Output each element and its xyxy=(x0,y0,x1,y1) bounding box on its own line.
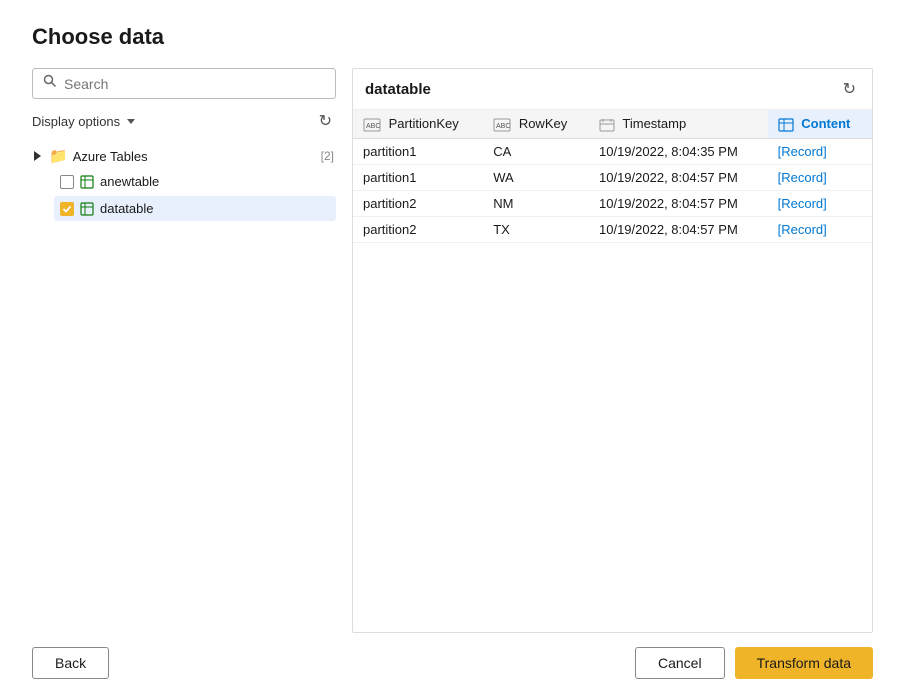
svg-text:ABC: ABC xyxy=(496,123,510,130)
cell-partition-key: partition1 xyxy=(353,164,483,190)
tree-item-datatable[interactable]: datatable xyxy=(54,196,336,221)
data-table-body: partition1 CA 10/19/2022, 8:04:35 PM [Re… xyxy=(353,138,872,242)
tree-folder-azure-tables[interactable]: 📁 Azure Tables [2] xyxy=(32,143,336,169)
back-button[interactable]: Back xyxy=(32,647,109,679)
display-options-button[interactable]: Display options xyxy=(32,114,135,129)
cell-row-key: TX xyxy=(483,216,589,242)
checkbox-anewtable[interactable] xyxy=(60,175,74,189)
data-table: ABC PartitionKey ABC xyxy=(353,110,872,243)
cell-content[interactable]: [Record] xyxy=(768,190,872,216)
table-icon-datatable xyxy=(80,202,94,216)
col-header-partition-key: ABC PartitionKey xyxy=(353,110,483,138)
folder-icon: 📁 xyxy=(49,147,68,165)
transform-data-button[interactable]: Transform data xyxy=(735,647,873,679)
page-title: Choose data xyxy=(32,24,873,50)
cell-content[interactable]: [Record] xyxy=(768,216,872,242)
expand-icon xyxy=(34,151,41,161)
right-panel: datatable ↻ ABC Partiti xyxy=(352,68,873,633)
search-box xyxy=(32,68,336,99)
refresh-button[interactable]: ↻ xyxy=(315,109,336,133)
chevron-down-icon xyxy=(127,119,135,124)
col-header-row-key: ABC RowKey xyxy=(483,110,589,138)
table-icon-content xyxy=(778,118,794,132)
table-row: partition1 CA 10/19/2022, 8:04:35 PM [Re… xyxy=(353,138,872,164)
table-row: partition2 NM 10/19/2022, 8:04:57 PM [Re… xyxy=(353,190,872,216)
checkbox-datatable[interactable] xyxy=(60,202,74,216)
data-table-title: datatable xyxy=(365,81,431,98)
search-icon xyxy=(43,74,57,93)
col-header-timestamp: Timestamp xyxy=(589,110,768,138)
cell-content[interactable]: [Record] xyxy=(768,138,872,164)
bottom-bar: Back Cancel Transform data xyxy=(32,633,873,679)
search-input[interactable] xyxy=(64,76,325,92)
cell-partition-key: partition1 xyxy=(353,138,483,164)
cell-timestamp: 10/19/2022, 8:04:35 PM xyxy=(589,138,768,164)
display-options-row: Display options ↻ xyxy=(32,109,336,133)
cell-content[interactable]: [Record] xyxy=(768,164,872,190)
table-row: partition1 WA 10/19/2022, 8:04:57 PM [Re… xyxy=(353,164,872,190)
tree-area: 📁 Azure Tables [2] anewtable xyxy=(32,143,336,633)
svg-text:ABC: ABC xyxy=(366,123,380,130)
data-header: datatable ↻ xyxy=(353,69,872,110)
tree-children: anewtable xyxy=(54,169,336,221)
calendar-icon-timestamp xyxy=(599,118,615,132)
cell-timestamp: 10/19/2022, 8:04:57 PM xyxy=(589,190,768,216)
abc-icon-rowkey: ABC xyxy=(493,118,511,132)
col-header-content: Content xyxy=(768,110,872,138)
cell-row-key: NM xyxy=(483,190,589,216)
cell-timestamp: 10/19/2022, 8:04:57 PM xyxy=(589,164,768,190)
tree-item-anewtable[interactable]: anewtable xyxy=(54,169,336,194)
cell-row-key: WA xyxy=(483,164,589,190)
cancel-button[interactable]: Cancel xyxy=(635,647,725,679)
cell-partition-key: partition2 xyxy=(353,190,483,216)
refresh-data-button[interactable]: ↻ xyxy=(839,77,860,101)
tree-item-label-datatable: datatable xyxy=(100,201,154,216)
cell-timestamp: 10/19/2022, 8:04:57 PM xyxy=(589,216,768,242)
right-buttons: Cancel Transform data xyxy=(635,647,873,679)
cell-row-key: CA xyxy=(483,138,589,164)
abc-icon-partition: ABC xyxy=(363,118,381,132)
table-icon-anewtable xyxy=(80,175,94,189)
left-panel: Display options ↻ 📁 Azure Tables [2] xyxy=(32,68,352,633)
table-header-row: ABC PartitionKey ABC xyxy=(353,110,872,138)
cell-partition-key: partition2 xyxy=(353,216,483,242)
tree-item-label-anewtable: anewtable xyxy=(100,174,159,189)
data-table-container: ABC PartitionKey ABC xyxy=(353,110,872,632)
table-row: partition2 TX 10/19/2022, 8:04:57 PM [Re… xyxy=(353,216,872,242)
